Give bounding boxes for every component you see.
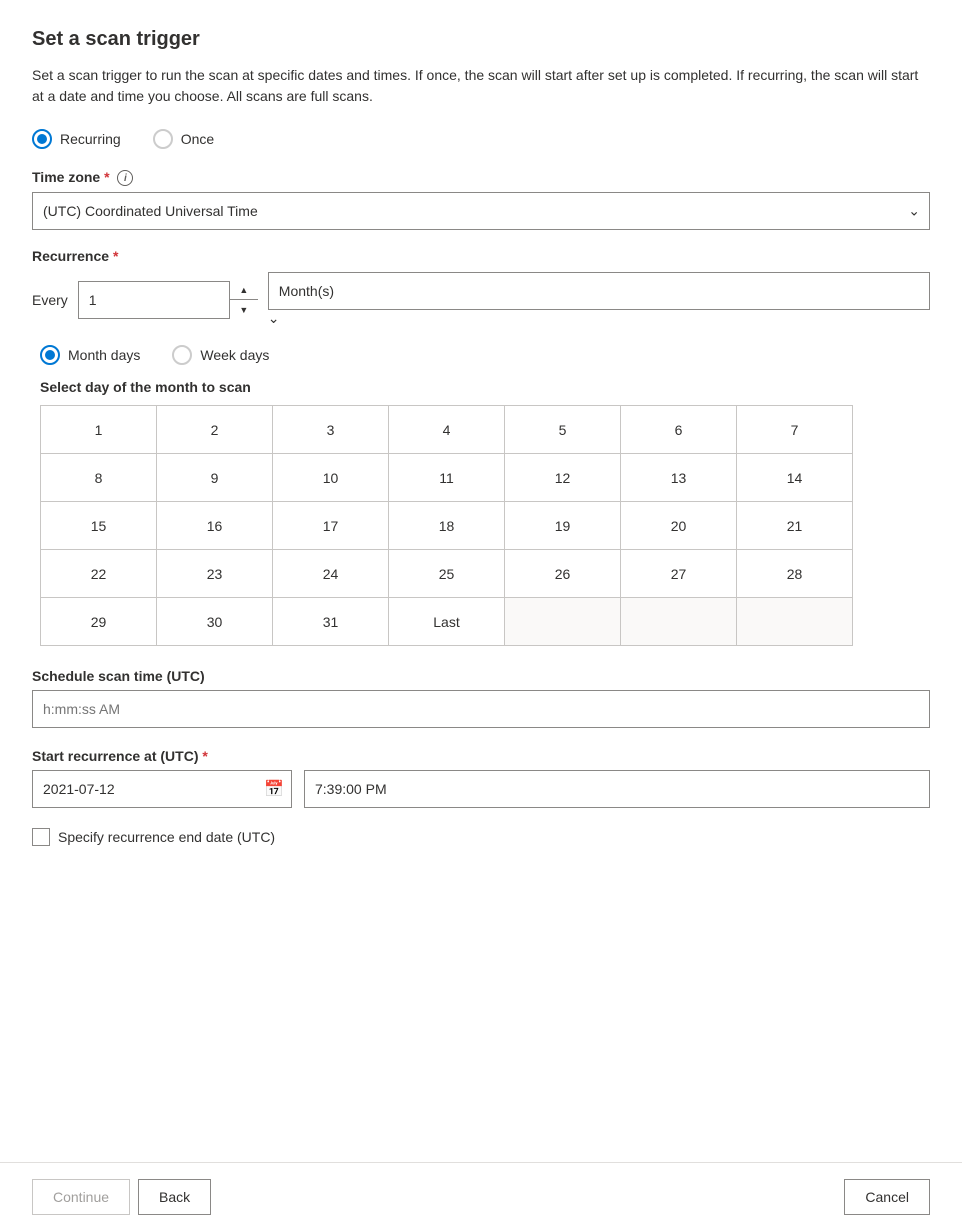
- page-description: Set a scan trigger to run the scan at sp…: [32, 65, 930, 107]
- recurring-label: Recurring: [60, 131, 121, 147]
- period-chevron-icon: ⌄: [268, 310, 280, 326]
- calendar-day[interactable]: 18: [389, 502, 505, 550]
- calendar-day[interactable]: 20: [621, 502, 737, 550]
- page-title: Set a scan trigger: [32, 28, 930, 51]
- calendar-day[interactable]: 27: [621, 550, 737, 598]
- calendar-day-empty: [621, 598, 737, 646]
- interval-wrapper: ▲ ▼: [78, 281, 258, 319]
- recurrence-row: Every ▲ ▼ Month(s) ⌄: [32, 272, 930, 327]
- week-days-radio[interactable]: [172, 345, 192, 365]
- start-recurrence-section: Start recurrence at (UTC) * 📅: [32, 748, 930, 808]
- recurrence-required-star: *: [113, 248, 118, 264]
- calendar-day[interactable]: 30: [157, 598, 273, 646]
- once-option[interactable]: Once: [153, 129, 214, 149]
- start-recurrence-row: 📅: [32, 770, 930, 808]
- end-date-label: Specify recurrence end date (UTC): [58, 829, 275, 845]
- footer: Continue Back Cancel: [0, 1162, 962, 1231]
- calendar-day[interactable]: 6: [621, 406, 737, 454]
- timezone-select[interactable]: (UTC) Coordinated Universal Time: [32, 192, 930, 230]
- calendar-day[interactable]: 10: [273, 454, 389, 502]
- calendar-day[interactable]: 15: [41, 502, 157, 550]
- every-label: Every: [32, 292, 68, 308]
- calendar-grid: 1234567891011121314151617181920212223242…: [40, 405, 853, 646]
- calendar-day[interactable]: 11: [389, 454, 505, 502]
- recurring-option[interactable]: Recurring: [32, 129, 121, 149]
- continue-button[interactable]: Continue: [32, 1179, 130, 1215]
- once-label: Once: [181, 131, 214, 147]
- schedule-time-input[interactable]: [32, 690, 930, 728]
- calendar-label: Select day of the month to scan: [40, 379, 930, 395]
- month-days-label: Month days: [68, 347, 140, 363]
- calendar-day[interactable]: 3: [273, 406, 389, 454]
- period-select[interactable]: Month(s): [268, 272, 930, 310]
- date-input[interactable]: [32, 770, 292, 808]
- calendar-day[interactable]: 12: [505, 454, 621, 502]
- month-days-option[interactable]: Month days: [40, 345, 140, 365]
- calendar-day[interactable]: 7: [737, 406, 853, 454]
- spinner-down-button[interactable]: ▼: [230, 300, 258, 319]
- calendar-day[interactable]: 23: [157, 550, 273, 598]
- timezone-info-icon[interactable]: i: [117, 170, 133, 186]
- calendar-day[interactable]: 5: [505, 406, 621, 454]
- start-recurrence-required-star: *: [202, 748, 207, 764]
- calendar-day[interactable]: 14: [737, 454, 853, 502]
- calendar-day-empty: [737, 598, 853, 646]
- spinner-up-button[interactable]: ▲: [230, 281, 258, 301]
- calendar-day[interactable]: 24: [273, 550, 389, 598]
- period-select-wrapper: Month(s) ⌄: [268, 272, 930, 327]
- calendar-day[interactable]: 9: [157, 454, 273, 502]
- cancel-button[interactable]: Cancel: [844, 1179, 930, 1215]
- day-type-row: Month days Week days: [32, 345, 930, 365]
- calendar-day[interactable]: 26: [505, 550, 621, 598]
- calendar-day-empty: [505, 598, 621, 646]
- calendar-section: Select day of the month to scan 12345678…: [32, 379, 930, 646]
- end-date-row: Specify recurrence end date (UTC): [32, 828, 930, 846]
- schedule-section: Schedule scan time (UTC): [32, 668, 930, 728]
- once-radio[interactable]: [153, 129, 173, 149]
- month-days-radio[interactable]: [40, 345, 60, 365]
- timezone-label: Time zone * i: [32, 169, 930, 186]
- calendar-day[interactable]: 16: [157, 502, 273, 550]
- start-recurrence-label: Start recurrence at (UTC) *: [32, 748, 930, 764]
- calendar-day[interactable]: 17: [273, 502, 389, 550]
- calendar-day[interactable]: 28: [737, 550, 853, 598]
- calendar-day[interactable]: 1: [41, 406, 157, 454]
- calendar-day[interactable]: 25: [389, 550, 505, 598]
- calendar-day[interactable]: 8: [41, 454, 157, 502]
- week-days-option[interactable]: Week days: [172, 345, 269, 365]
- end-date-checkbox[interactable]: [32, 828, 50, 846]
- calendar-day[interactable]: 2: [157, 406, 273, 454]
- recurring-radio[interactable]: [32, 129, 52, 149]
- schedule-label: Schedule scan time (UTC): [32, 668, 930, 684]
- trigger-type-group: Recurring Once: [32, 129, 930, 149]
- calendar-day[interactable]: 22: [41, 550, 157, 598]
- timezone-select-wrapper: (UTC) Coordinated Universal Time ⌄: [32, 192, 930, 230]
- calendar-day[interactable]: Last: [389, 598, 505, 646]
- timezone-required-star: *: [104, 169, 109, 185]
- calendar-day[interactable]: 31: [273, 598, 389, 646]
- recurrence-time-input[interactable]: [304, 770, 930, 808]
- recurrence-label: Recurrence *: [32, 248, 930, 264]
- calendar-day[interactable]: 13: [621, 454, 737, 502]
- calendar-day[interactable]: 29: [41, 598, 157, 646]
- date-input-wrapper: 📅: [32, 770, 292, 808]
- week-days-label: Week days: [200, 347, 269, 363]
- calendar-day[interactable]: 4: [389, 406, 505, 454]
- spinner-buttons: ▲ ▼: [229, 281, 258, 319]
- back-button[interactable]: Back: [138, 1179, 211, 1215]
- timezone-section: Time zone * i (UTC) Coordinated Universa…: [32, 169, 930, 230]
- recurrence-section: Recurrence * Every ▲ ▼ Month(s) ⌄: [32, 248, 930, 327]
- calendar-day[interactable]: 21: [737, 502, 853, 550]
- footer-left-buttons: Continue Back: [32, 1179, 211, 1215]
- calendar-day[interactable]: 19: [505, 502, 621, 550]
